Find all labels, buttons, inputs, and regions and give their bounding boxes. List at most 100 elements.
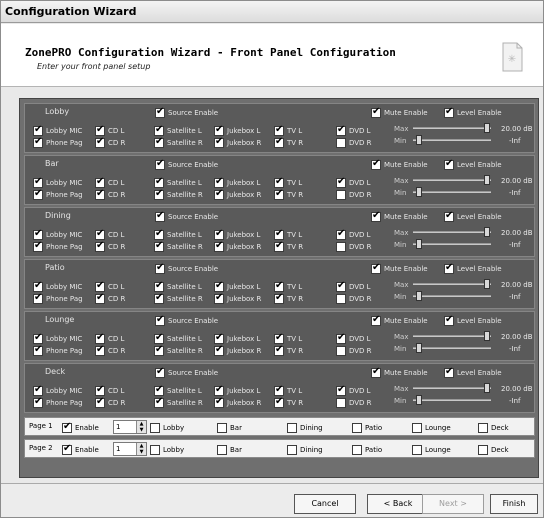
checkbox[interactable] [352,422,362,433]
mute-enable-checkbox[interactable]: Mute Enable [371,106,428,118]
min-level-slider[interactable] [413,291,493,301]
slider-track[interactable] [413,179,491,181]
source-checkbox[interactable]: Satellite R [154,396,203,408]
source-checkbox[interactable]: TV L [274,176,302,188]
checkbox[interactable] [214,136,224,148]
source-checkbox[interactable]: CD R [95,396,125,408]
source-checkbox[interactable]: Satellite R [154,292,203,304]
checkbox[interactable] [274,228,284,240]
checkbox[interactable] [155,158,165,170]
max-level-slider[interactable] [413,123,493,133]
checkbox[interactable] [274,332,284,344]
checkbox[interactable] [154,136,164,148]
checkbox[interactable] [478,444,488,455]
source-checkbox[interactable]: CD L [95,176,124,188]
checkbox[interactable] [336,280,346,292]
page-zone-checkbox[interactable]: Deck [478,444,509,455]
checkbox[interactable] [371,106,381,118]
source-checkbox[interactable]: Phone Pag [33,240,83,252]
slider-thumb[interactable] [416,395,422,405]
arrow-down-icon[interactable]: ▼ [137,449,146,455]
next-button[interactable]: Next > [422,494,484,514]
source-checkbox[interactable]: TV L [274,124,302,136]
source-checkbox[interactable]: DVD R [336,241,372,252]
page-zone-checkbox[interactable]: Lounge [412,444,451,455]
mute-enable-checkbox[interactable]: Mute Enable [371,366,428,378]
source-enable-checkbox[interactable]: Source Enable [155,106,218,118]
page-zone-checkbox[interactable]: Lounge [412,422,451,433]
source-checkbox[interactable]: Jukebox R [214,136,261,148]
source-checkbox[interactable]: Satellite L [154,124,202,136]
slider-track[interactable] [413,399,491,401]
source-checkbox[interactable]: Jukebox L [214,176,260,188]
finish-button[interactable]: Finish [490,494,538,514]
checkbox[interactable] [95,292,105,304]
source-checkbox[interactable]: DVD L [336,228,371,240]
source-checkbox[interactable]: TV L [274,280,302,292]
page-zone-checkbox[interactable]: Patio [352,444,382,455]
min-level-slider[interactable] [413,187,493,197]
source-checkbox[interactable]: CD L [95,384,124,396]
checkbox[interactable] [154,124,164,136]
checkbox[interactable] [214,292,224,304]
checkbox[interactable] [274,124,284,136]
checkbox[interactable] [62,421,72,433]
level-enable-checkbox[interactable]: Level Enable [444,158,502,170]
max-level-slider[interactable] [413,383,493,393]
checkbox[interactable] [214,240,224,252]
source-checkbox[interactable]: Jukebox R [214,396,261,408]
slider-track[interactable] [413,231,491,233]
source-checkbox[interactable]: TV L [274,228,302,240]
checkbox[interactable] [154,188,164,200]
checkbox[interactable] [444,366,454,378]
source-checkbox[interactable]: Jukebox R [214,344,261,356]
checkbox[interactable] [217,444,227,455]
checkbox[interactable] [371,210,381,222]
level-enable-checkbox[interactable]: Level Enable [444,106,502,118]
source-checkbox[interactable]: Satellite R [154,188,203,200]
source-checkbox[interactable]: Lobby MIC [33,228,82,240]
source-enable-checkbox[interactable]: Source Enable [155,210,218,222]
checkbox[interactable] [33,396,43,408]
slider-track[interactable] [413,387,491,389]
page-zone-checkbox[interactable]: Dining [287,422,323,433]
slider-thumb[interactable] [484,123,490,133]
checkbox[interactable] [274,188,284,200]
checkbox[interactable] [214,280,224,292]
source-checkbox[interactable]: Satellite R [154,344,203,356]
level-enable-checkbox[interactable]: Level Enable [444,262,502,274]
checkbox[interactable] [33,344,43,356]
source-checkbox[interactable]: Lobby MIC [33,124,82,136]
checkbox[interactable] [371,366,381,378]
min-level-slider[interactable] [413,135,493,145]
slider-track[interactable] [413,295,491,297]
checkbox[interactable] [95,396,105,408]
back-button[interactable]: < Back [367,494,429,514]
checkbox[interactable] [155,106,165,118]
checkbox[interactable] [352,444,362,455]
mute-enable-checkbox[interactable]: Mute Enable [371,314,428,326]
source-checkbox[interactable]: Jukebox L [214,124,260,136]
mute-enable-checkbox[interactable]: Mute Enable [371,158,428,170]
source-checkbox[interactable]: CD L [95,228,124,240]
checkbox[interactable] [154,384,164,396]
checkbox[interactable] [95,188,105,200]
checkbox[interactable] [155,262,165,274]
checkbox[interactable] [444,210,454,222]
checkbox[interactable] [33,176,43,188]
source-checkbox[interactable]: Satellite L [154,332,202,344]
checkbox[interactable] [287,422,297,433]
source-checkbox[interactable]: Phone Pag [33,188,83,200]
source-checkbox[interactable]: TV L [274,384,302,396]
source-checkbox[interactable]: DVD R [336,345,372,356]
checkbox[interactable] [155,314,165,326]
slider-thumb[interactable] [484,331,490,341]
source-checkbox[interactable]: TV R [274,292,303,304]
source-checkbox[interactable]: TV R [274,396,303,408]
page-zone-checkbox[interactable]: Bar [217,444,242,455]
checkbox[interactable] [95,344,105,356]
source-enable-checkbox[interactable]: Source Enable [155,262,218,274]
checkbox[interactable] [155,366,165,378]
checkbox[interactable] [412,422,422,433]
checkbox[interactable] [95,384,105,396]
